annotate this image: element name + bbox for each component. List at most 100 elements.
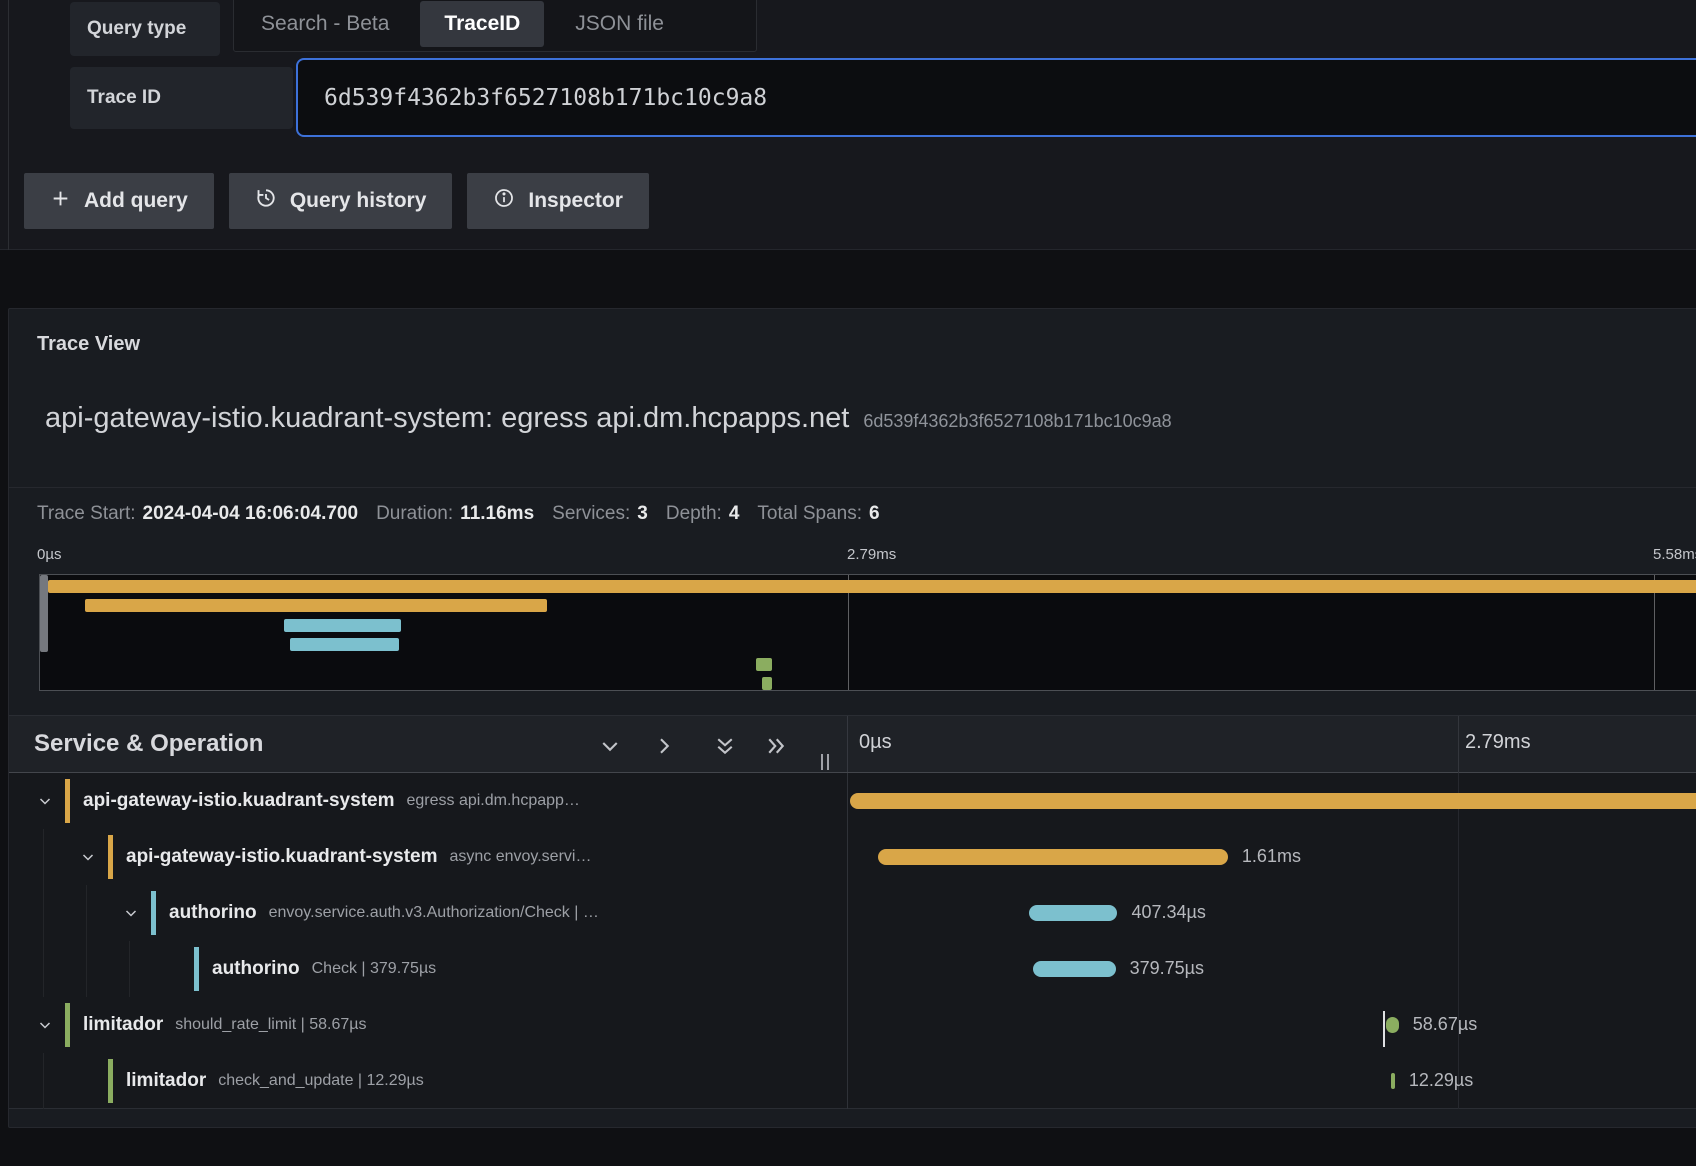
span-operation-name: async envoy.servi… (449, 848, 591, 866)
timeline-gridline (1458, 716, 1459, 773)
span-service-name: api-gateway-istio.kuadrant-system (83, 790, 394, 812)
timeline-tick: 0µs (859, 731, 892, 754)
span-duration-label: 58.67µs (1413, 1014, 1477, 1035)
collapse-all-icon[interactable] (713, 734, 737, 758)
minimap-span-bar (85, 599, 547, 612)
span-duration-label: 1.61ms (1242, 846, 1301, 867)
span-duration-bar[interactable] (1391, 1073, 1395, 1089)
page-background (0, 1128, 1696, 1166)
plus-icon (50, 188, 71, 215)
span-duration-label: 379.75µs (1130, 958, 1204, 979)
span-duration-bar[interactable] (1386, 1017, 1399, 1033)
span-duration-bar[interactable] (850, 793, 1696, 809)
trace-total-spans: Total Spans:6 (757, 503, 879, 525)
trace-title: api-gateway-istio.kuadrant-system: egres… (45, 402, 849, 434)
trace-duration: Duration:11.16ms (376, 503, 534, 525)
span-row[interactable]: limitador should_rate_limit | 58.67µs 58.6… (9, 997, 1696, 1053)
inspector-label: Inspector (528, 189, 623, 213)
timeline-axis: 0µs 2.79ms (847, 716, 1696, 772)
span-duration-bar[interactable] (878, 849, 1228, 865)
minimap-canvas[interactable] (39, 574, 1696, 691)
span-bar-cell: 12.29µs (847, 1053, 1696, 1109)
span-name-cell: authorino Check | 379.75µs (9, 941, 847, 997)
span-row[interactable]: api-gateway-istio.kuadrant-system egress … (9, 773, 1696, 829)
span-service-name: limitador (83, 1014, 163, 1036)
span-name-text: limitador should_rate_limit | 58.67µs (9, 997, 847, 1053)
column-resize-handle[interactable] (821, 754, 829, 770)
trace-depth: Depth:4 (666, 503, 740, 525)
minimap-tick: 0µs (37, 546, 62, 563)
span-operation-name: Check | 379.75µs (312, 960, 437, 978)
minimap-span-bar (290, 638, 399, 651)
service-operation-title: Service & Operation (34, 730, 263, 758)
span-duration-label: 407.34µs (1131, 902, 1205, 923)
minimap-span-bar (756, 658, 773, 671)
span-name-text: limitadorcheck_and_update | 12.29µs (9, 1053, 847, 1109)
span-bar-cell: 379.75µs (847, 941, 1696, 997)
tab-search-beta[interactable]: Search - Beta (234, 0, 416, 51)
minimap-span-bar (48, 580, 1696, 593)
span-name-text: api-gateway-istio.kuadrant-system async e… (9, 829, 847, 885)
timeline-header: Service & Operation 0µs 2.79ms (9, 715, 1696, 773)
minimap-axis: 0µs 2.79ms 5.58ms (9, 541, 1696, 571)
panel-title[interactable]: Trace View (37, 333, 140, 356)
query-type-label: Query type (70, 2, 220, 56)
timeline-hover-cursor (1383, 1011, 1385, 1047)
trace-id-short: 6d539f4362b3f6527108b171bc10c9a8 (863, 411, 1171, 431)
panel-left-border (8, 0, 9, 250)
tab-traceid[interactable]: TraceID (420, 1, 544, 47)
collapse-one-icon[interactable] (598, 734, 622, 758)
query-toolbar: Add query Query history Inspector (24, 173, 649, 229)
span-name-text: authorino Check | 379.75µs (9, 941, 847, 997)
span-row[interactable]: api-gateway-istio.kuadrant-system async e… (9, 829, 1696, 885)
query-type-label-text: Query type (87, 18, 186, 40)
span-operation-name: should_rate_limit | 58.67µs (175, 1016, 366, 1034)
trace-id-input[interactable]: 6d539f4362b3f6527108b171bc10c9a8 (296, 58, 1696, 137)
span-operation-name: egress api.dm.hcpapp… (406, 792, 579, 810)
minimap-span-bar (284, 619, 401, 632)
span-row[interactable]: limitadorcheck_and_update | 12.29µs 12.29… (9, 1053, 1696, 1109)
trace-start: Trace Start:2024-04-04 16:06:04.700 (37, 503, 358, 525)
query-history-button[interactable]: Query history (229, 173, 453, 229)
trace-id-label: Trace ID (70, 67, 293, 129)
span-operation-name: check_and_update | 12.29µs (218, 1072, 424, 1090)
span-name-cell: api-gateway-istio.kuadrant-system async e… (9, 829, 847, 885)
span-row[interactable]: authorino envoy.service.auth.v3.Authoriza… (9, 885, 1696, 941)
expand-all-icon[interactable] (764, 734, 788, 758)
span-name-cell: api-gateway-istio.kuadrant-system egress … (9, 773, 847, 829)
span-service-name: authorino (169, 902, 257, 924)
span-name-cell: limitador should_rate_limit | 58.67µs (9, 997, 847, 1053)
trace-id-value: 6d539f4362b3f6527108b171bc10c9a8 (324, 85, 767, 111)
span-name-cell: limitadorcheck_and_update | 12.29µs (9, 1053, 847, 1109)
span-name-cell: authorino envoy.service.auth.v3.Authoriza… (9, 885, 847, 941)
minimap-span-bar (762, 677, 772, 690)
trace-services: Services:3 (552, 503, 648, 525)
inspector-button[interactable]: Inspector (467, 173, 649, 229)
span-duration-bar[interactable] (1029, 905, 1117, 921)
span-operation-name: envoy.service.auth.v3.Authorization/Chec… (269, 904, 599, 922)
span-name-text: api-gateway-istio.kuadrant-system egress … (9, 773, 847, 829)
trace-id-label-text: Trace ID (87, 87, 161, 109)
span-name-text: authorino envoy.service.auth.v3.Authoriza… (9, 885, 847, 941)
span-row[interactable]: authorino Check | 379.75µs 379.75µs (9, 941, 1696, 997)
add-query-button[interactable]: Add query (24, 173, 214, 229)
history-icon (255, 187, 277, 215)
span-service-name: authorino (212, 958, 300, 980)
tab-json-file[interactable]: JSON file (548, 0, 691, 51)
minimap-view-handle[interactable] (40, 575, 48, 652)
query-type-tab-group: Search - Beta TraceID JSON file (233, 0, 757, 52)
span-duration-label: 12.29µs (1409, 1070, 1473, 1091)
span-bar-cell: 58.67µs (847, 997, 1696, 1053)
span-service-name: api-gateway-istio.kuadrant-system (126, 846, 437, 868)
service-operation-header: Service & Operation (9, 716, 847, 772)
trace-view-panel: Trace View api-gateway-istio.kuadrant-sy… (8, 308, 1696, 1128)
query-history-label: Query history (290, 189, 427, 213)
expand-one-icon[interactable] (652, 734, 676, 758)
span-bar-cell: 407.34µs (847, 885, 1696, 941)
add-query-label: Add query (84, 189, 188, 213)
trace-header: api-gateway-istio.kuadrant-system: egres… (45, 402, 1685, 435)
minimap-tick: 2.79ms (847, 546, 896, 563)
trace-summary: Trace Start:2024-04-04 16:06:04.700 Dura… (9, 487, 1696, 539)
span-bar-cell (847, 773, 1696, 829)
span-duration-bar[interactable] (1033, 961, 1115, 977)
